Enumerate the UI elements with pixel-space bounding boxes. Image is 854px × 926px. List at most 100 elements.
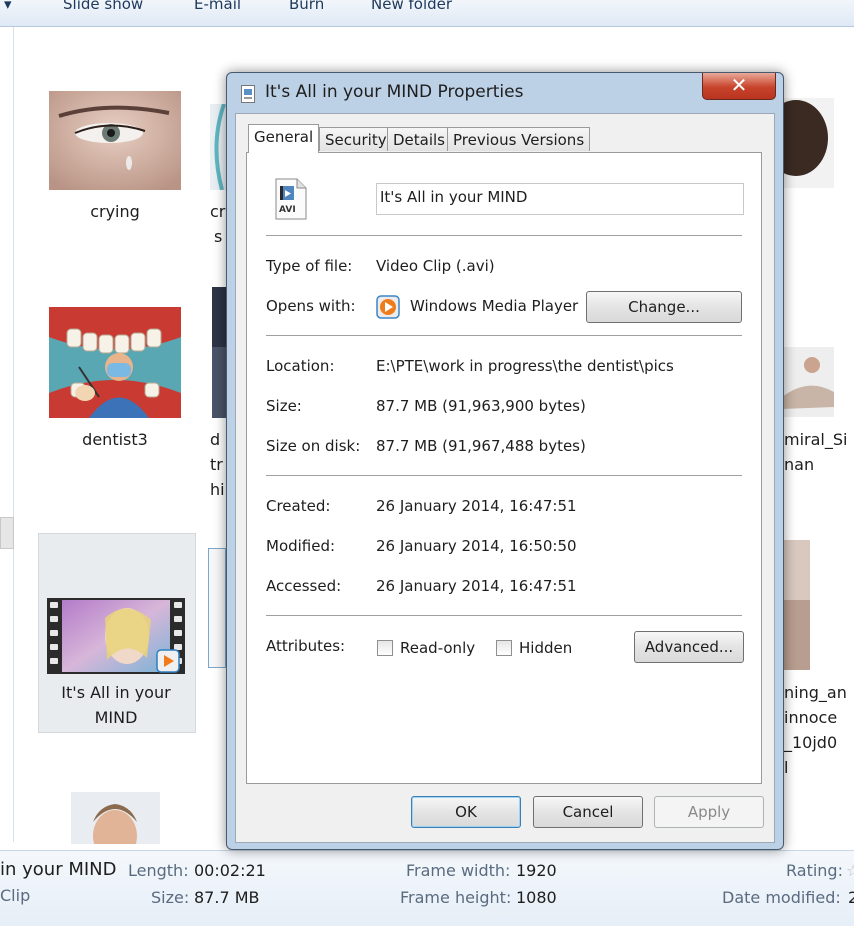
thumbnail-partial-2[interactable] xyxy=(212,287,226,418)
caption-partial-2c: hi xyxy=(210,480,225,499)
dialog-title: It's All in your MIND Properties xyxy=(265,82,524,102)
thumbnail-partial-3[interactable] xyxy=(207,547,227,669)
separator-1 xyxy=(266,235,742,236)
size-value: 87.7 MB xyxy=(194,888,260,907)
caption-right-2c: _10jd0 xyxy=(784,733,838,752)
caption-right-1b: nan xyxy=(784,455,815,474)
tab-details[interactable]: Details xyxy=(387,127,452,151)
dialog-file-icon xyxy=(241,85,255,103)
modified-value: 26 January 2014, 16:50:50 xyxy=(376,537,577,555)
thumbnail-right-2[interactable] xyxy=(782,347,834,417)
accessed-value: 26 January 2014, 16:47:51 xyxy=(376,577,577,595)
thumbnail-partial-1[interactable] xyxy=(210,103,226,191)
hidden-checkbox[interactable] xyxy=(496,640,512,656)
caption-right-2a: ning_an xyxy=(784,683,847,702)
avi-file-icon: AVI xyxy=(275,178,307,220)
modified-label: Modified: xyxy=(266,537,336,555)
details-file-type: Clip xyxy=(0,886,31,905)
separator-4 xyxy=(266,615,742,616)
size-label: Size: xyxy=(266,397,302,415)
new-folder-button[interactable]: New folder xyxy=(371,0,452,13)
created-label: Created: xyxy=(266,497,331,515)
thumbnail-right-3[interactable] xyxy=(782,540,810,670)
size-on-disk-label: Size on disk: xyxy=(266,437,361,455)
type-of-file-value: Video Clip (.avi) xyxy=(376,257,495,275)
date-modified-label: Date modified: xyxy=(722,888,841,907)
burn-button[interactable]: Burn xyxy=(289,0,324,13)
frame-height-label: Frame height: xyxy=(400,888,512,907)
right-image-2 xyxy=(782,347,834,417)
caption-mind-line2: MIND xyxy=(94,708,138,727)
separator-3 xyxy=(266,475,742,476)
caption-right-1a: miral_Si xyxy=(784,430,848,449)
partial-image-2 xyxy=(212,287,226,418)
caption-partial-2b: tr xyxy=(210,455,223,474)
frame-height-value: 1080 xyxy=(516,888,557,907)
caption-partial-1b: s xyxy=(214,227,223,246)
frame-width-value: 1920 xyxy=(516,861,557,880)
apply-button[interactable]: Apply xyxy=(654,796,764,828)
cancel-button[interactable]: Cancel xyxy=(533,796,643,828)
partial-image-1 xyxy=(210,103,226,191)
navigation-pane xyxy=(0,27,14,842)
caption-dentist3: dentist3 xyxy=(82,430,148,449)
frame-width-label: Frame width: xyxy=(406,861,511,880)
length-value[interactable]: 00:02:21 xyxy=(194,861,266,880)
details-pane: in your MIND Clip Length: 00:02:21 Size:… xyxy=(0,850,854,926)
advanced-button[interactable]: Advanced... xyxy=(634,631,744,663)
caption-crying: crying xyxy=(90,202,140,221)
thumbnail-partial-4[interactable] xyxy=(71,792,160,862)
email-button[interactable]: E-mail xyxy=(194,0,241,13)
right-image-1 xyxy=(764,98,834,188)
caption-partial-1: cr xyxy=(210,202,226,221)
toolbar-chevron-icon[interactable]: ▾ xyxy=(4,0,12,13)
caption-right-2b: innoce xyxy=(784,708,838,727)
caption-partial-2a: d xyxy=(210,430,221,449)
read-only-label[interactable]: Read-only xyxy=(400,639,475,657)
thumbnail-crying[interactable] xyxy=(49,91,181,190)
close-icon: ✕ xyxy=(730,73,748,97)
size-label: Size: xyxy=(151,888,190,907)
location-label: Location: xyxy=(266,357,335,375)
tab-previous-versions[interactable]: Previous Versions xyxy=(447,127,591,151)
thumbnail-its-all-in-your-mind[interactable] xyxy=(47,598,185,674)
caption-right-2d: l xyxy=(784,758,789,777)
size-value: 87.7 MB (91,963,900 bytes) xyxy=(376,397,586,415)
location-value[interactable]: E:\PTE\work in progress\the dentist\pics xyxy=(376,357,674,375)
thumbnail-right-1[interactable] xyxy=(764,98,834,188)
pane-splitter-handle[interactable] xyxy=(0,517,14,549)
video-thumbnail-image xyxy=(47,598,185,674)
opens-with-value: Windows Media Player xyxy=(410,297,579,315)
date-modified-value[interactable]: 2 xyxy=(848,888,854,907)
read-only-checkbox[interactable] xyxy=(377,640,393,656)
type-of-file-label: Type of file: xyxy=(266,257,353,275)
general-tab-panel: AVI It's All in your MIND Type of file: … xyxy=(246,152,762,784)
explorer-toolbar: ▾ Slide show E-mail Burn New folder xyxy=(0,0,854,27)
portrait-image xyxy=(71,792,160,862)
details-file-name: in your MIND xyxy=(0,859,117,880)
change-button[interactable]: Change... xyxy=(586,291,742,323)
caption-mind-line1: It's All in your xyxy=(61,683,171,702)
avi-icon-label: AVI xyxy=(279,205,296,215)
length-label: Length: xyxy=(128,861,189,880)
slide-show-button[interactable]: Slide show xyxy=(63,0,143,13)
file-name-input[interactable]: It's All in your MIND xyxy=(376,183,744,215)
tab-security[interactable]: Security xyxy=(319,127,393,151)
rating-star-icon[interactable]: ☆ xyxy=(846,861,854,880)
thumbnail-dentist3[interactable] xyxy=(49,307,181,418)
dialog-body: General Security Details Previous Versio… xyxy=(235,113,775,843)
right-image-3 xyxy=(782,540,810,670)
close-button[interactable]: ✕ xyxy=(702,73,776,100)
attributes-label: Attributes: xyxy=(266,637,346,655)
partial-image-3 xyxy=(207,547,227,669)
crying-image xyxy=(49,91,181,190)
properties-dialog: It's All in your MIND Properties ✕ Gener… xyxy=(226,72,784,850)
hidden-label[interactable]: Hidden xyxy=(519,639,572,657)
size-on-disk-value: 87.7 MB (91,967,488 bytes) xyxy=(376,437,586,455)
tab-general[interactable]: General xyxy=(248,124,320,153)
accessed-label: Accessed: xyxy=(266,577,342,595)
ok-button[interactable]: OK xyxy=(411,796,521,828)
windows-media-player-icon xyxy=(376,295,400,319)
opens-with-label: Opens with: xyxy=(266,297,356,315)
created-value: 26 January 2014, 16:47:51 xyxy=(376,497,577,515)
